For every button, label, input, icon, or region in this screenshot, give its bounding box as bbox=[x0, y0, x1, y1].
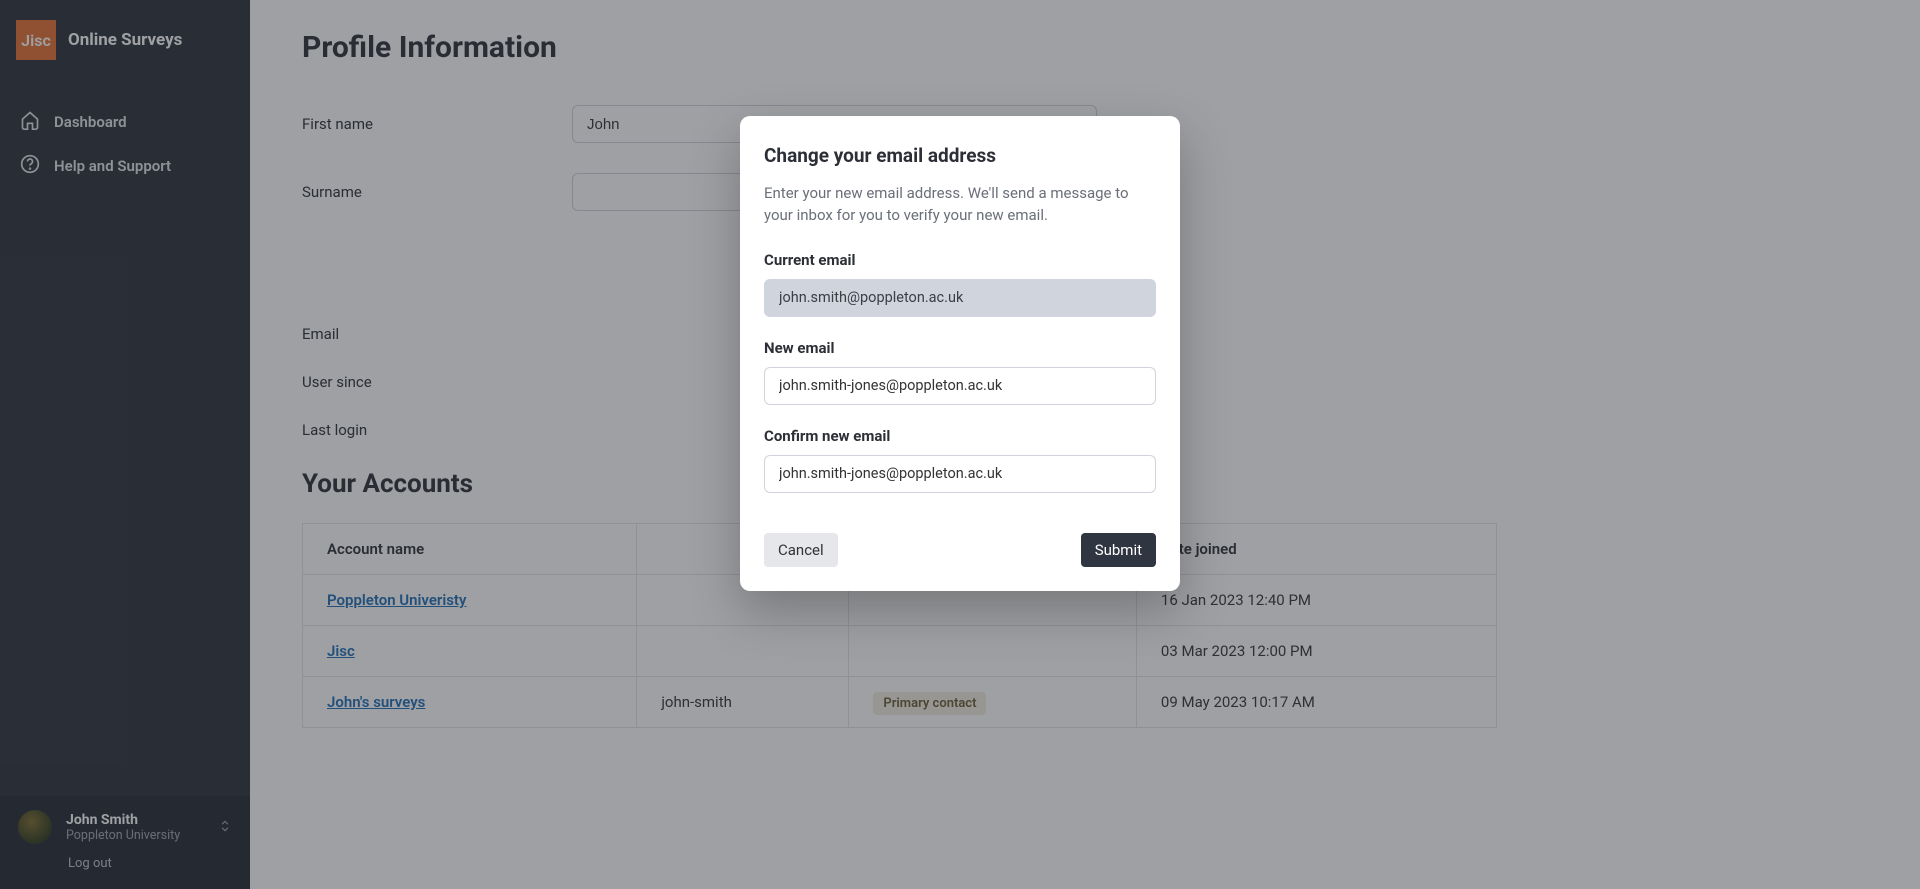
submit-button[interactable]: Submit bbox=[1081, 533, 1156, 567]
modal-title: Change your email address bbox=[764, 144, 1156, 167]
current-email-field bbox=[764, 279, 1156, 317]
new-email-field[interactable] bbox=[764, 367, 1156, 405]
change-email-modal: Change your email address Enter your new… bbox=[740, 116, 1180, 591]
confirm-email-label: Confirm new email bbox=[764, 427, 1156, 445]
cancel-button[interactable]: Cancel bbox=[764, 533, 838, 567]
modal-overlay[interactable]: Change your email address Enter your new… bbox=[0, 0, 1920, 889]
new-email-label: New email bbox=[764, 339, 1156, 357]
modal-description: Enter your new email address. We'll send… bbox=[764, 183, 1156, 227]
confirm-email-field[interactable] bbox=[764, 455, 1156, 493]
current-email-label: Current email bbox=[764, 251, 1156, 269]
